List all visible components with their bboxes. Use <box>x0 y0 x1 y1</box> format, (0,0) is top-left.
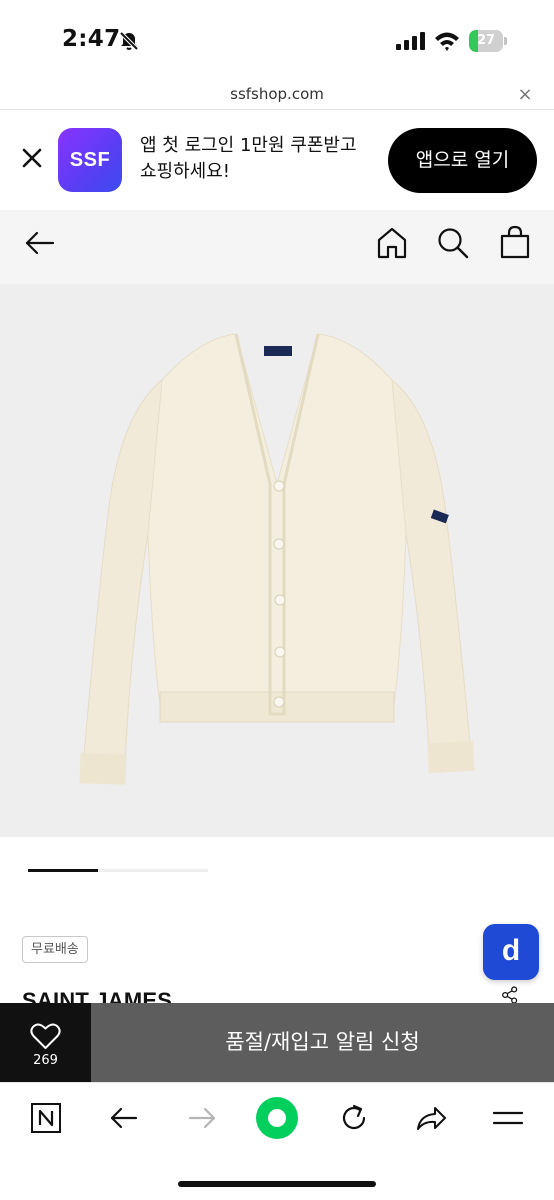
gallery-pager <box>0 837 554 912</box>
url-bar[interactable]: ssfshop.com × <box>0 80 554 110</box>
search-icon[interactable] <box>436 226 470 260</box>
free-shipping-badge: 무료배송 <box>22 936 88 963</box>
menu-icon[interactable] <box>492 1101 524 1135</box>
share-icon[interactable] <box>414 1101 448 1135</box>
url-close-icon[interactable]: × <box>514 86 536 104</box>
open-app-button[interactable]: 앱으로 열기 <box>388 128 537 193</box>
ssf-app-logo: SSF <box>58 128 122 192</box>
signal-icon <box>396 32 425 50</box>
bottom-action-bar: 269 품절/재입고 알림 신청 <box>0 1003 554 1082</box>
status-time: 2:47 <box>62 26 121 52</box>
floating-d-button[interactable]: d <box>483 924 539 980</box>
shopping-bag-icon[interactable] <box>498 224 532 260</box>
app-install-banner: SSF 앱 첫 로그인 1만원 쿠폰받고 쇼핑하세요! 앱으로 열기 <box>0 111 554 209</box>
pager-active-indicator <box>28 869 98 872</box>
battery-icon: 27 <box>469 30 507 52</box>
restock-alert-button[interactable]: 품절/재입고 알림 신청 <box>91 1003 554 1082</box>
home-indicator <box>178 1181 376 1187</box>
bell-slash-icon <box>119 31 139 51</box>
url-text[interactable]: ssfshop.com <box>0 85 554 103</box>
wishlist-button[interactable]: 269 <box>0 1003 91 1082</box>
battery-percent: 27 <box>476 33 496 48</box>
back-arrow-icon[interactable] <box>24 228 56 258</box>
wish-count: 269 <box>33 1053 58 1068</box>
forward-icon[interactable] <box>186 1101 218 1135</box>
product-info: 무료배송 SAINT JAMES d <box>0 912 554 1013</box>
back-icon[interactable] <box>108 1101 140 1135</box>
banner-message-line1: 앱 첫 로그인 1만원 쿠폰받고 <box>140 135 357 156</box>
home-icon[interactable] <box>376 226 408 260</box>
heart-icon <box>30 1023 61 1049</box>
product-image[interactable] <box>0 284 554 837</box>
reload-icon[interactable] <box>338 1101 370 1135</box>
browser-toolbar <box>0 1082 554 1200</box>
wifi-icon <box>435 32 459 51</box>
site-header <box>0 210 554 284</box>
green-dot-icon[interactable] <box>256 1097 298 1139</box>
naver-n-icon[interactable] <box>30 1101 62 1135</box>
cardigan-image <box>79 333 475 785</box>
share-icon[interactable] <box>497 986 523 1004</box>
close-icon[interactable] <box>18 144 46 172</box>
banner-message: 앱 첫 로그인 1만원 쿠폰받고 쇼핑하세요! <box>140 133 380 185</box>
banner-message-line2: 쇼핑하세요! <box>140 161 231 182</box>
status-bar: 2:47 27 <box>0 0 554 80</box>
